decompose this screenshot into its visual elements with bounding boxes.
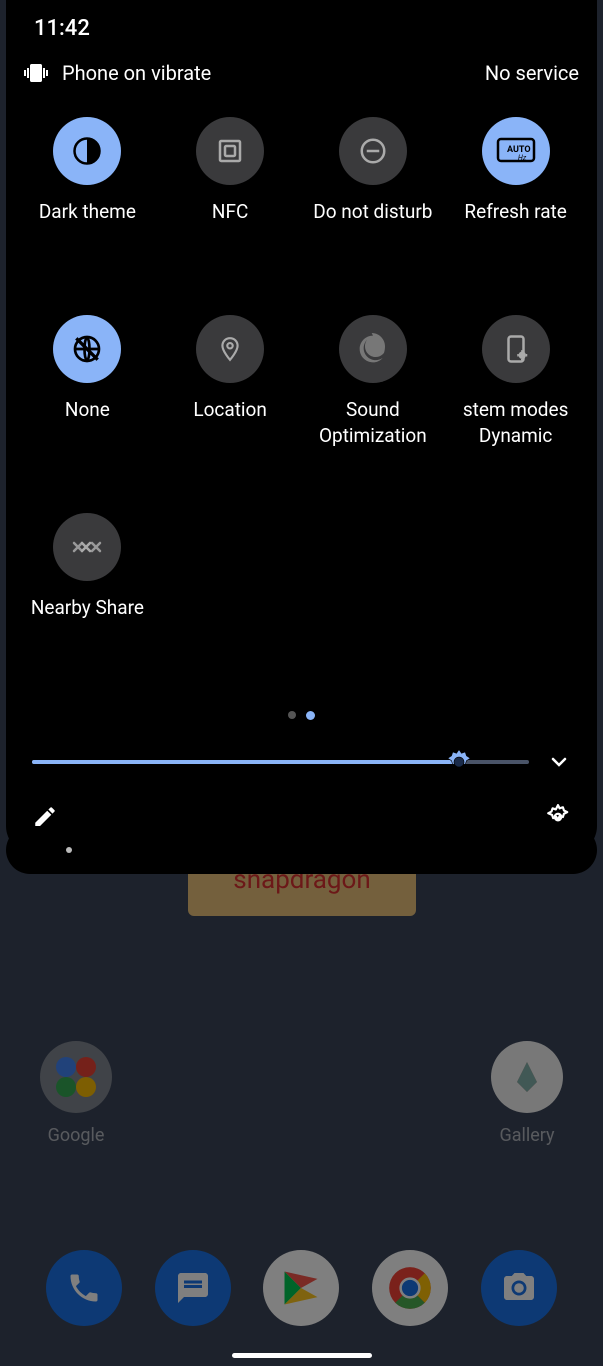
tile-label: Dark theme (39, 199, 136, 225)
page-indicator (18, 691, 585, 750)
globe-off-icon (53, 315, 121, 383)
dnd-icon (339, 117, 407, 185)
tile-nearby-share[interactable]: Nearby Share (18, 501, 157, 691)
qs-footer (18, 774, 585, 830)
brightness-thumb-icon[interactable] (444, 747, 474, 777)
tile-nfc[interactable]: NFC (161, 105, 300, 295)
swirl-icon (339, 315, 407, 383)
tile-system-modes[interactable]: stem modes Dynamic (446, 303, 585, 493)
page-dot[interactable] (288, 711, 296, 719)
vibrate-icon (24, 61, 48, 85)
expand-brightness-button[interactable] (547, 750, 571, 774)
notification-bar[interactable] (6, 826, 597, 874)
tile-label: Refresh rate (464, 199, 566, 225)
tile-label: Do not disturb (313, 199, 432, 225)
brightness-fill (32, 760, 459, 764)
tile-label: NFC (212, 199, 248, 225)
network-status[interactable]: No service (485, 61, 579, 85)
auto-hz-icon: AUTOHz (482, 117, 550, 185)
phone-gear-icon (482, 315, 550, 383)
tile-sound-opt[interactable]: Sound Optimization (304, 303, 443, 493)
half-circle-icon (53, 117, 121, 185)
nav-pill[interactable] (232, 1353, 372, 1358)
notification-dot-icon (66, 847, 72, 853)
tile-label: None (65, 397, 110, 423)
tile-label: Nearby Share (31, 595, 144, 621)
tile-label: Location (193, 397, 267, 423)
tile-dnd[interactable]: Do not disturb (304, 105, 443, 295)
tiles-grid: Dark theme NFC Do not disturb AUTOHz Ref… (18, 97, 585, 691)
brightness-slider[interactable] (32, 760, 529, 764)
nfc-icon (196, 117, 264, 185)
tile-none[interactable]: None (18, 303, 157, 493)
vibrate-status[interactable]: Phone on vibrate (24, 61, 211, 85)
tile-label: stem modes Dynamic (450, 397, 581, 448)
qs-header: Phone on vibrate No service (18, 53, 585, 97)
pin-icon (196, 315, 264, 383)
tile-dark-theme[interactable]: Dark theme (18, 105, 157, 295)
tile-location[interactable]: Location (161, 303, 300, 493)
tile-refresh-rate[interactable]: AUTOHz Refresh rate (446, 105, 585, 295)
quick-settings-panel: 11:42 Phone on vibrate No service Dark t… (6, 0, 597, 854)
page-dot-active[interactable] (306, 711, 315, 720)
vibrate-text: Phone on vibrate (62, 61, 211, 85)
brightness-row (18, 750, 585, 774)
nearby-icon (53, 513, 121, 581)
clock: 11:42 (34, 16, 569, 41)
svg-text:Hz: Hz (518, 154, 527, 162)
status-bar: 11:42 (18, 16, 585, 53)
tile-label: Sound Optimization (308, 397, 439, 448)
